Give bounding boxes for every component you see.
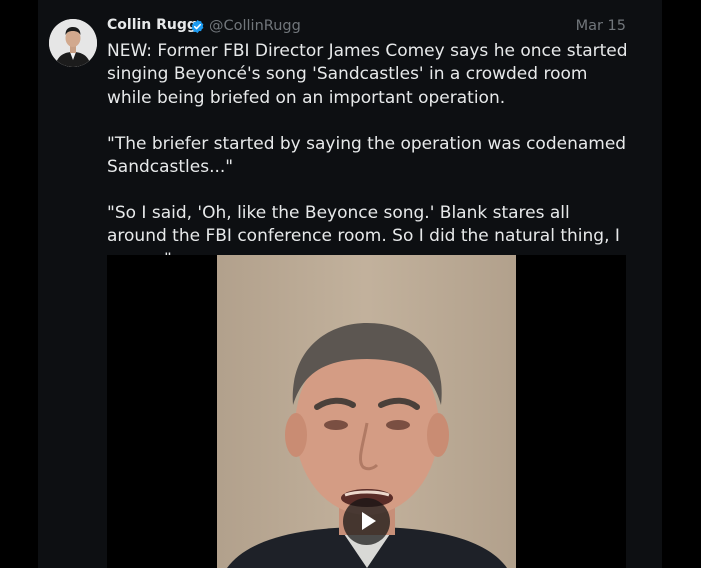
author-handle[interactable]: @CollinRugg: [209, 18, 301, 34]
video-player[interactable]: [107, 255, 626, 568]
avatar-image: [49, 19, 97, 67]
tweet-date[interactable]: Mar 15: [576, 18, 626, 34]
play-icon[interactable]: [343, 498, 390, 545]
verified-badge-icon: [191, 19, 204, 34]
author-name[interactable]: Collin Rugg: [107, 17, 197, 33]
author-avatar[interactable]: [49, 19, 97, 67]
tweet-paragraph-2: "The briefer started by saying the opera…: [107, 133, 627, 178]
tweet-paragraph-1: NEW: Former FBI Director James Comey say…: [107, 41, 628, 108]
tweet-header: Collin Rugg @CollinRugg Mar 15: [107, 17, 627, 39]
